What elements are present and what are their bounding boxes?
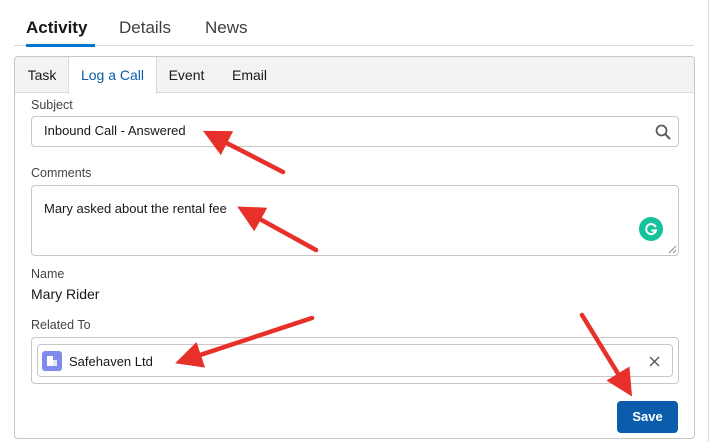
activity-composer: Activity Details News Task Log a Call Ev… — [0, 0, 709, 442]
annotation-arrows — [175, 130, 633, 397]
arrow-save — [579, 312, 633, 397]
arrow-comments — [237, 206, 319, 253]
arrow-related — [175, 315, 315, 368]
arrow-subject — [202, 130, 286, 175]
